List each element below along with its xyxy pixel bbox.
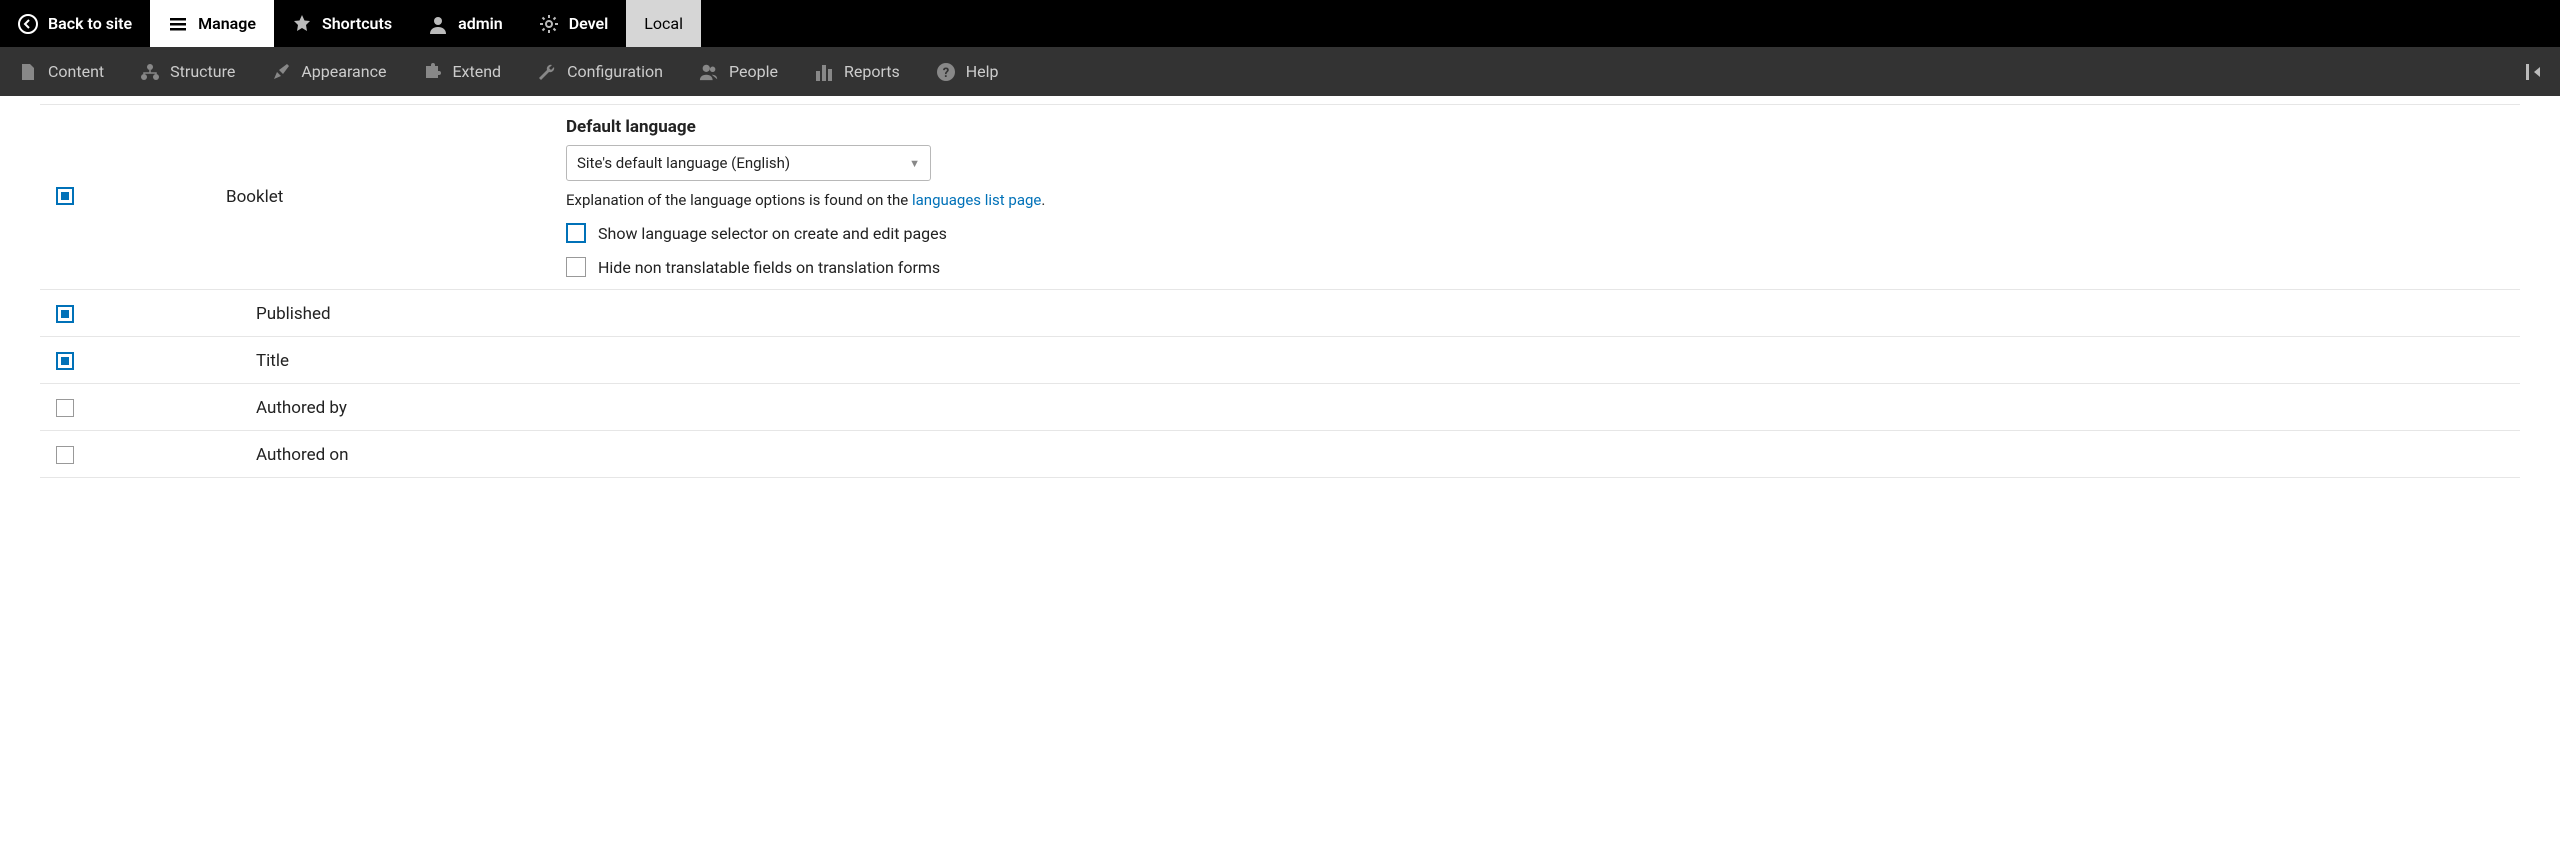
checkbox-hide-non-translatable[interactable]: [566, 257, 586, 277]
admin-label: admin: [458, 14, 503, 33]
star-icon: [292, 14, 312, 34]
row-field-label: Authored on: [226, 443, 566, 465]
help-label: Help: [966, 62, 999, 81]
row-field-label: Title: [226, 349, 566, 371]
admin-user-button[interactable]: admin: [410, 0, 521, 47]
back-icon: [18, 14, 38, 34]
configuration-label: Configuration: [567, 62, 663, 81]
default-language-value: Site's default language (English): [577, 154, 790, 172]
row-booklet: Booklet Default language Site's default …: [40, 104, 2520, 290]
people-label: People: [729, 62, 778, 81]
back-to-site-label: Back to site: [48, 14, 132, 33]
extend-link[interactable]: Extend: [404, 47, 519, 96]
gear-icon: [539, 14, 559, 34]
chevron-down-icon: ▼: [909, 157, 920, 170]
toolbar-admin: Content Structure Appearance Extend Conf…: [0, 47, 2560, 96]
toolbar-top: Back to site Manage Shortcuts admin Deve…: [0, 0, 2560, 47]
checkbox-field[interactable]: [56, 446, 74, 464]
collapse-icon: [2524, 62, 2544, 82]
hamburger-icon: [168, 14, 188, 34]
option-hide-non-translatable: Hide non translatable fields on translat…: [566, 257, 2504, 277]
people-icon: [699, 62, 719, 82]
manage-button[interactable]: Manage: [150, 0, 274, 47]
shortcuts-button[interactable]: Shortcuts: [274, 0, 410, 47]
default-language-label: Default language: [566, 117, 2504, 137]
reports-link[interactable]: Reports: [796, 47, 918, 96]
languages-list-link[interactable]: languages list page: [912, 191, 1041, 209]
default-language-select[interactable]: Site's default language (English) ▼: [566, 145, 931, 181]
checkbox-field[interactable]: [56, 399, 74, 417]
shortcuts-label: Shortcuts: [322, 14, 392, 33]
row-field: Title: [40, 337, 2520, 384]
extend-label: Extend: [452, 62, 501, 81]
content-link[interactable]: Content: [0, 47, 122, 96]
option-show-language-selector-label: Show language selector on create and edi…: [598, 224, 947, 243]
row-field: Published: [40, 290, 2520, 337]
language-settings: Default language Site's default language…: [566, 117, 2504, 277]
content-label: Content: [48, 62, 104, 81]
help-icon: ?: [936, 62, 956, 82]
row-field: Authored on: [40, 431, 2520, 478]
collapse-toolbar-button[interactable]: [2508, 47, 2560, 96]
document-icon: [18, 62, 38, 82]
language-explanation: Explanation of the language options is f…: [566, 191, 2504, 209]
checkbox-field[interactable]: [56, 305, 74, 323]
reports-label: Reports: [844, 62, 900, 81]
structure-link[interactable]: Structure: [122, 47, 253, 96]
people-link[interactable]: People: [681, 47, 796, 96]
back-to-site-button[interactable]: Back to site: [0, 0, 150, 47]
structure-icon: [140, 62, 160, 82]
configuration-link[interactable]: Configuration: [519, 47, 681, 96]
devel-label: Devel: [569, 14, 609, 33]
checkbox-field[interactable]: [56, 352, 74, 370]
option-show-language-selector: Show language selector on create and edi…: [566, 223, 2504, 243]
checkbox-show-language-selector[interactable]: [566, 223, 586, 243]
option-hide-non-translatable-label: Hide non translatable fields on translat…: [598, 258, 940, 277]
local-label: Local: [644, 14, 683, 33]
svg-text:?: ?: [943, 66, 949, 81]
local-button[interactable]: Local: [626, 0, 701, 47]
appearance-label: Appearance: [301, 62, 386, 81]
row-field-label: Authored by: [226, 396, 566, 418]
row-label-booklet: Booklet: [226, 117, 566, 207]
manage-label: Manage: [198, 14, 256, 33]
checkbox-booklet[interactable]: [56, 187, 74, 205]
content-area: Booklet Default language Site's default …: [0, 104, 2560, 478]
structure-label: Structure: [170, 62, 235, 81]
paintbrush-icon: [271, 62, 291, 82]
row-field-label: Published: [226, 302, 566, 324]
user-icon: [428, 14, 448, 34]
chart-icon: [814, 62, 834, 82]
wrench-icon: [537, 62, 557, 82]
help-link[interactable]: ? Help: [918, 47, 1017, 96]
puzzle-icon: [422, 62, 442, 82]
appearance-link[interactable]: Appearance: [253, 47, 404, 96]
row-field: Authored by: [40, 384, 2520, 431]
devel-button[interactable]: Devel: [521, 0, 627, 47]
